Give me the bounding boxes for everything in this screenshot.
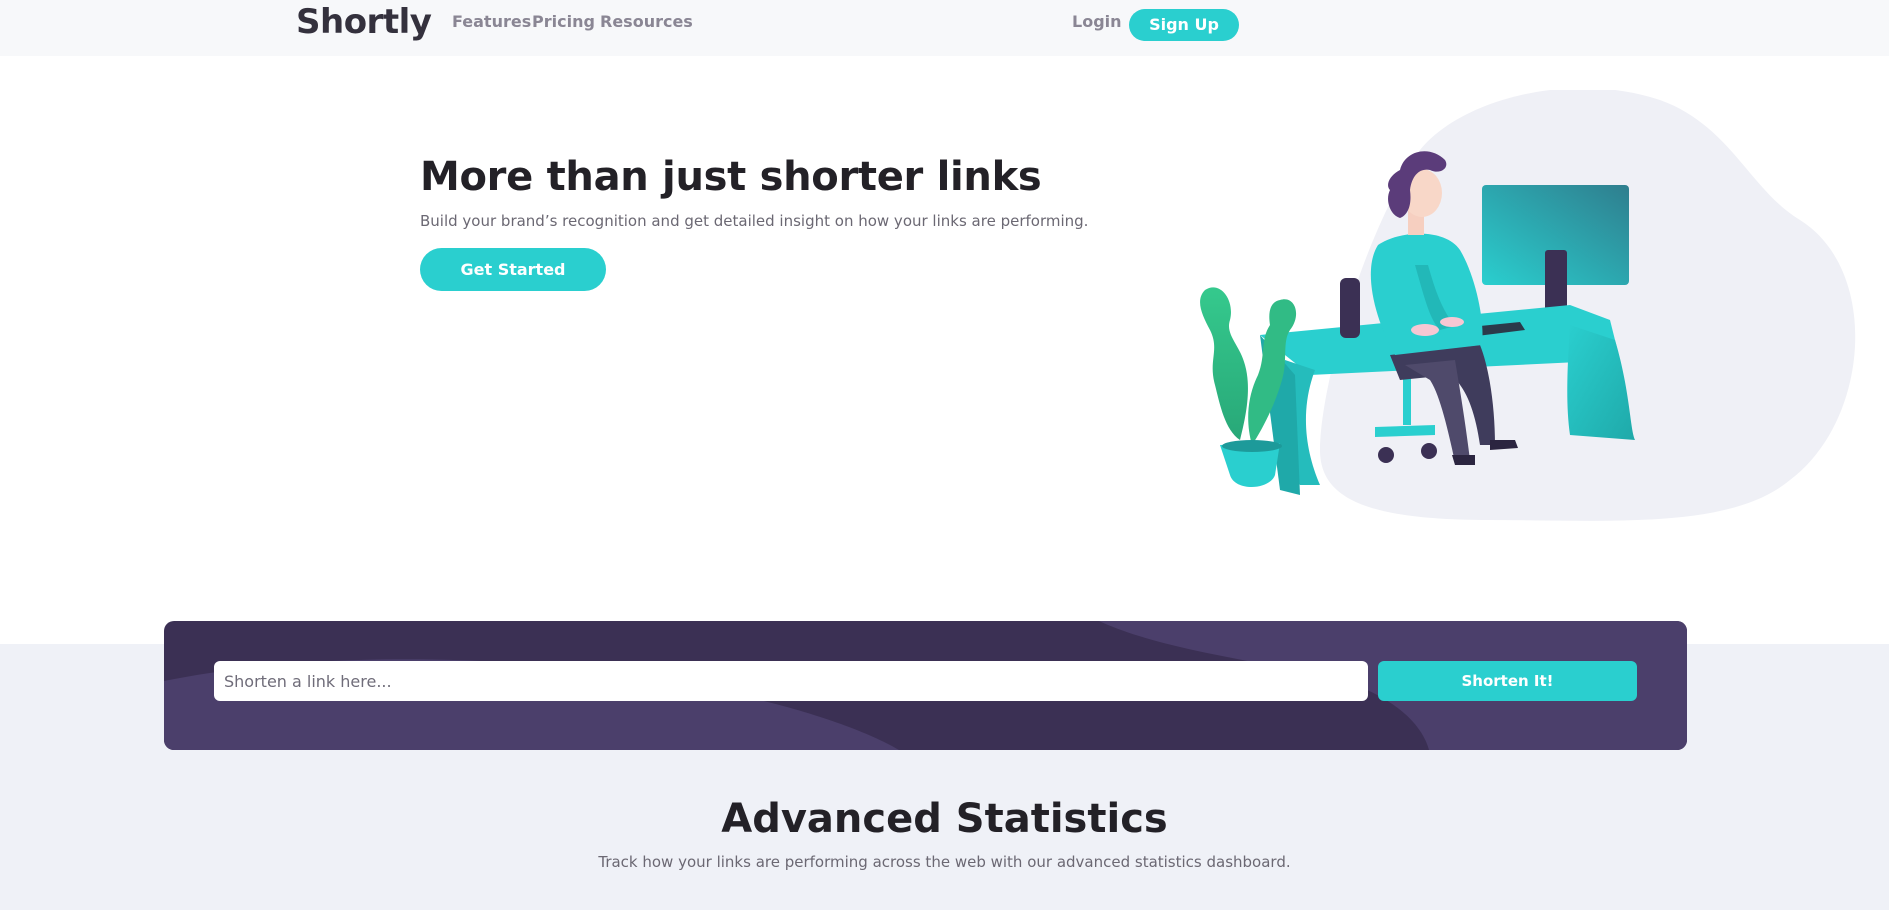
- statistics-subtitle: Track how your links are performing acro…: [598, 853, 1291, 871]
- hero-title: More than just shorter links: [420, 154, 1042, 200]
- chair-back: [1340, 278, 1360, 338]
- hero-subtitle: Build your brand’s recognition and get d…: [420, 212, 1089, 230]
- shorten-it-button[interactable]: Shorten It!: [1378, 661, 1637, 701]
- nav-link-pricing[interactable]: Pricing: [532, 12, 595, 32]
- chair-wheel-left: [1378, 447, 1394, 463]
- login-link[interactable]: Login: [1072, 12, 1122, 32]
- plant-leaf-left: [1200, 287, 1248, 440]
- top-nav: Shortly Features Pricing Resources Login…: [0, 0, 1889, 56]
- statistics-title: Advanced Statistics: [721, 796, 1168, 842]
- person-working-illustration: [1200, 90, 1856, 521]
- nav-link-features[interactable]: Features: [452, 12, 531, 32]
- chair-post: [1403, 375, 1411, 425]
- person-shoe-left: [1452, 455, 1475, 465]
- nav-link-resources[interactable]: Resources: [600, 12, 693, 32]
- person-hand-left: [1411, 324, 1439, 336]
- shorten-link-input[interactable]: [214, 661, 1368, 701]
- chair-wheel-right: [1421, 443, 1437, 459]
- shorten-form: Shorten It!: [164, 621, 1687, 750]
- person-hand-right: [1440, 317, 1464, 327]
- chair-base: [1375, 425, 1435, 437]
- sign-up-button[interactable]: Sign Up: [1129, 9, 1239, 41]
- plant-pot-rim: [1222, 440, 1282, 452]
- logo[interactable]: Shortly: [296, 0, 432, 44]
- get-started-button[interactable]: Get Started: [420, 248, 606, 291]
